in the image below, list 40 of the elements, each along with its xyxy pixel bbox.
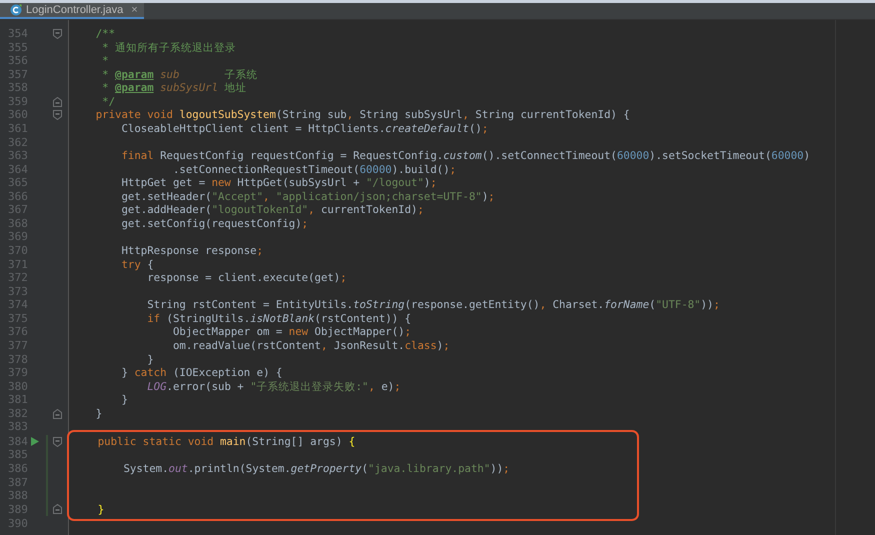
- code-line: HttpGet get = new HttpGet(subSysUrl + "/logout");: [120, 176, 437, 190]
- fold-icon[interactable]: [52, 110, 62, 120]
- fold-icon[interactable]: [52, 436, 62, 447]
- code-line: String rstContent = EntityUtils.toString(response.getEntity(), Charset.forName("UTF-8"));: [146, 298, 720, 312]
- fold-icon[interactable]: [52, 28, 62, 39]
- class-icon: [10, 4, 22, 16]
- code-line: *: [101, 54, 109, 68]
- tab-label: LoginController.java: [26, 2, 124, 18]
- code-line: * @param subSysUrl 地址: [101, 81, 246, 94]
- code-line: }: [96, 502, 104, 516]
- code-line: final RequestConfig requestConfig = RequestConfig.custom().setConnectTimeout(60000).setSocketTimeout(60000): [120, 149, 810, 162]
- code-line: System.out.println(System.getProperty("java.library.path"));: [122, 462, 510, 475]
- code-line: }: [94, 406, 102, 420]
- code-line: try {: [120, 258, 154, 271]
- code-line: */: [101, 94, 116, 108]
- code-line: * @param sub 子系统: [101, 68, 258, 81]
- code-line: } catch (IOException e) {: [120, 366, 282, 380]
- code-line: get.addHeader("logoutTokenId", currentTokenId);: [120, 203, 424, 216]
- fold-icon[interactable]: [52, 504, 62, 514]
- code-line: ObjectMapper om = new ObjectMapper();: [172, 325, 412, 338]
- fold-icon[interactable]: [52, 96, 62, 107]
- code-line: * 通知所有子系统退出登录: [101, 40, 236, 54]
- code-line: }: [146, 352, 154, 366]
- code-line: LOG.error(sub + "子系统退出登录失败:", e);: [146, 380, 401, 393]
- code-line: public static void main(String[] args) {: [96, 434, 356, 448]
- fold-icon[interactable]: [52, 408, 62, 419]
- code-line: get.setHeader("Accept", "application/json;charset=UTF-8");: [120, 190, 495, 203]
- run-icon[interactable]: [31, 437, 39, 446]
- code-line: om.readValue(rstContent, JsonResult.class);: [172, 338, 450, 352]
- code-line: get.setConfig(requestConfig);: [120, 216, 308, 230]
- code-line: CloseableHttpClient client = HttpClients.createDefault();: [120, 122, 488, 135]
- code-line: .setConnectionRequestTimeout(60000).build();: [172, 162, 456, 176]
- close-icon[interactable]: ×: [131, 2, 138, 18]
- code-line: HttpResponse response;: [120, 244, 264, 257]
- code-line: }: [120, 393, 128, 406]
- code-line: if (StringUtils.isNotBlank(rstContent)) {: [146, 312, 412, 325]
- code-line: /**: [94, 27, 116, 40]
- code-line: private void logoutSubSystem(String sub, String subSysUrl, String currentTokenId) {: [94, 108, 630, 122]
- file-tab[interactable]: LoginController.java ×: [0, 3, 144, 19]
- code-line: response = client.execute(get);: [146, 271, 347, 284]
